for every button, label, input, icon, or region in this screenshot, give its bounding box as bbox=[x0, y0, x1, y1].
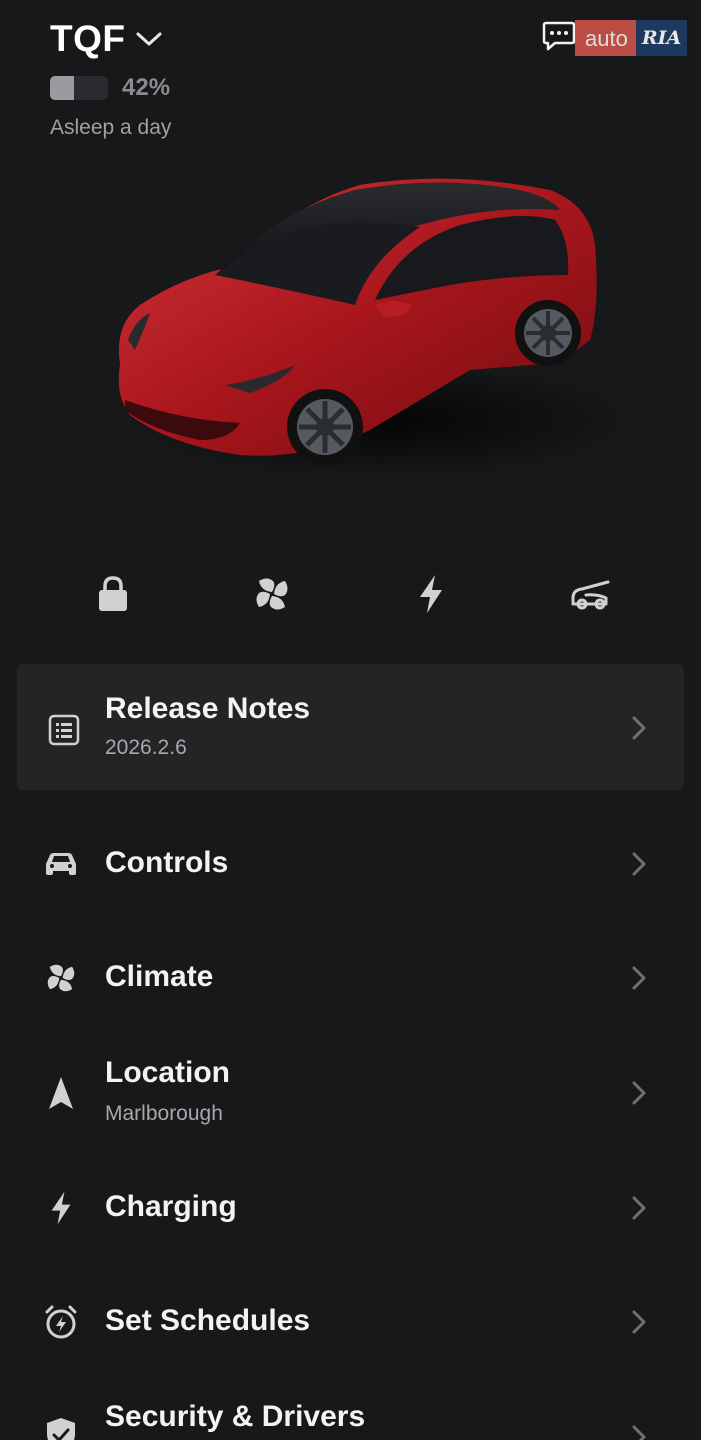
battery-bar bbox=[50, 76, 108, 100]
lock-button[interactable] bbox=[33, 566, 192, 626]
menu-item-climate[interactable]: Climate bbox=[0, 928, 701, 1028]
charge-port-button[interactable] bbox=[351, 566, 510, 626]
menu-label-security-drivers: Security & Drivers bbox=[105, 1400, 366, 1433]
autoria-watermark: auto RIA bbox=[575, 20, 688, 56]
menu-item-charging[interactable]: Charging bbox=[0, 1158, 701, 1258]
fan-icon bbox=[42, 959, 80, 997]
menu-item-set-schedules[interactable]: Set Schedules bbox=[0, 1272, 701, 1372]
battery-percent: 42% bbox=[122, 74, 171, 101]
menu-label-location: Location bbox=[105, 1056, 230, 1089]
chat-icon bbox=[542, 20, 576, 57]
menu-label-controls: Controls bbox=[105, 846, 229, 879]
quick-actions-bar bbox=[33, 566, 669, 626]
chevron-right-icon bbox=[631, 1195, 647, 1226]
vehicle-selector[interactable]: TQF bbox=[50, 18, 163, 60]
location-name: Marlborough bbox=[105, 1102, 223, 1125]
lock-icon bbox=[97, 575, 129, 618]
menu-label-set-schedules: Set Schedules bbox=[105, 1304, 311, 1337]
vehicle-status: Asleep a day bbox=[50, 116, 172, 139]
frunk-icon bbox=[568, 576, 612, 617]
alarm-clock-icon bbox=[42, 1303, 80, 1341]
bolt-icon bbox=[416, 573, 446, 620]
navigation-arrow-icon bbox=[42, 1074, 80, 1112]
menu-item-location[interactable]: Location Marlborough bbox=[0, 1042, 701, 1152]
vehicle-image bbox=[90, 165, 640, 495]
bolt-icon bbox=[42, 1189, 80, 1227]
release-notes-title: Release Notes bbox=[105, 692, 311, 725]
vehicle-header: TQF 42% Asleep a day auto RIA bbox=[0, 0, 701, 150]
release-notes-version: 2026.2.6 bbox=[105, 736, 187, 759]
chevron-right-icon bbox=[631, 965, 647, 996]
release-notes-card[interactable]: Release Notes 2026.2.6 bbox=[17, 664, 684, 790]
chevron-right-icon bbox=[631, 1080, 647, 1111]
fan-icon bbox=[251, 573, 293, 620]
battery-status: 42% bbox=[50, 74, 170, 102]
menu-item-controls[interactable]: Controls bbox=[0, 814, 701, 914]
chevron-right-icon bbox=[631, 851, 647, 882]
shield-icon bbox=[42, 1416, 80, 1440]
list-icon bbox=[45, 711, 83, 749]
frunk-button[interactable] bbox=[510, 566, 669, 626]
chevron-down-icon bbox=[135, 30, 163, 48]
battery-fill bbox=[50, 76, 75, 100]
menu-label-charging: Charging bbox=[105, 1190, 237, 1223]
menu-label-climate: Climate bbox=[105, 960, 214, 993]
chevron-right-icon bbox=[631, 715, 647, 746]
chevron-right-icon bbox=[631, 1424, 647, 1440]
watermark-auto: auto bbox=[575, 20, 636, 56]
watermark-ria: RIA bbox=[635, 20, 688, 56]
menu-item-security-drivers[interactable]: Security & Drivers bbox=[0, 1376, 701, 1440]
chevron-right-icon bbox=[631, 1309, 647, 1340]
climate-quick-button[interactable] bbox=[192, 566, 351, 626]
vehicle-name: TQF bbox=[50, 18, 126, 59]
car-icon bbox=[42, 845, 80, 883]
